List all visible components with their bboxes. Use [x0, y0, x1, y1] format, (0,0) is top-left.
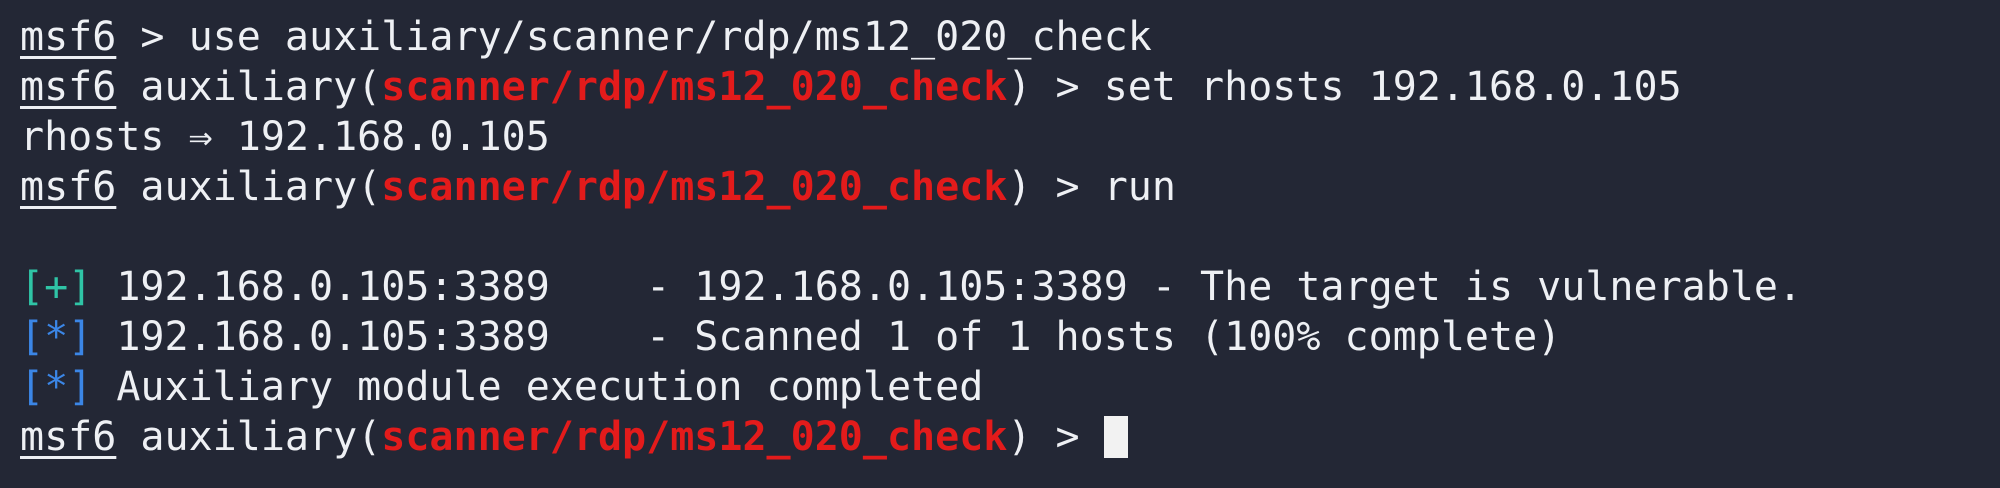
info-tag: [*]	[20, 314, 93, 360]
terminal-line-result-completed: [*] Auxiliary module execution completed	[20, 362, 2000, 412]
module-name: scanner/rdp/ms12_020_check	[381, 64, 1008, 110]
command-text: run	[1103, 164, 1176, 210]
command-text: > use auxiliary/scanner/rdp/ms12_020_che…	[116, 14, 1152, 60]
output-text: rhosts ⇒ 192.168.0.105	[20, 114, 550, 160]
terminal-line-active-prompt[interactable]: msf6 auxiliary(scanner/rdp/ms12_020_chec…	[20, 412, 2000, 462]
terminal-line-use: msf6 > use auxiliary/scanner/rdp/ms12_02…	[20, 12, 2000, 62]
module-suffix: ) >	[1007, 164, 1104, 210]
output-text: 192.168.0.105:3389 - Scanned 1 of 1 host…	[92, 314, 1562, 360]
module-suffix: ) >	[1007, 64, 1104, 110]
command-text: set rhosts 192.168.0.105	[1103, 64, 1682, 110]
module-name: scanner/rdp/ms12_020_check	[381, 164, 1008, 210]
output-text: 192.168.0.105:3389 - 192.168.0.105:3389 …	[92, 264, 1803, 310]
prompt-label: msf6	[20, 14, 117, 60]
prompt-label: msf6	[20, 414, 117, 460]
module-name: scanner/rdp/ms12_020_check	[381, 414, 1008, 460]
terminal-line-set: msf6 auxiliary(scanner/rdp/ms12_020_chec…	[20, 62, 2000, 112]
text-cursor[interactable]	[1103, 416, 1128, 458]
terminal-window[interactable]: msf6 > use auxiliary/scanner/rdp/ms12_02…	[0, 0, 2000, 488]
module-prefix: auxiliary(	[116, 414, 382, 460]
terminal-line-result-vulnerable: [+] 192.168.0.105:3389 - 192.168.0.105:3…	[20, 262, 2000, 312]
info-tag: [*]	[20, 364, 93, 410]
terminal-line-result-scanned: [*] 192.168.0.105:3389 - Scanned 1 of 1 …	[20, 312, 2000, 362]
module-suffix: ) >	[1007, 414, 1104, 460]
prompt-label: msf6	[20, 64, 117, 110]
prompt-label: msf6	[20, 164, 117, 210]
module-prefix: auxiliary(	[116, 164, 382, 210]
success-tag: [+]	[20, 264, 93, 310]
terminal-line-set-result: rhosts ⇒ 192.168.0.105	[20, 112, 2000, 162]
module-prefix: auxiliary(	[116, 64, 382, 110]
terminal-line-run: msf6 auxiliary(scanner/rdp/ms12_020_chec…	[20, 162, 2000, 212]
output-text: Auxiliary module execution completed	[92, 364, 984, 410]
